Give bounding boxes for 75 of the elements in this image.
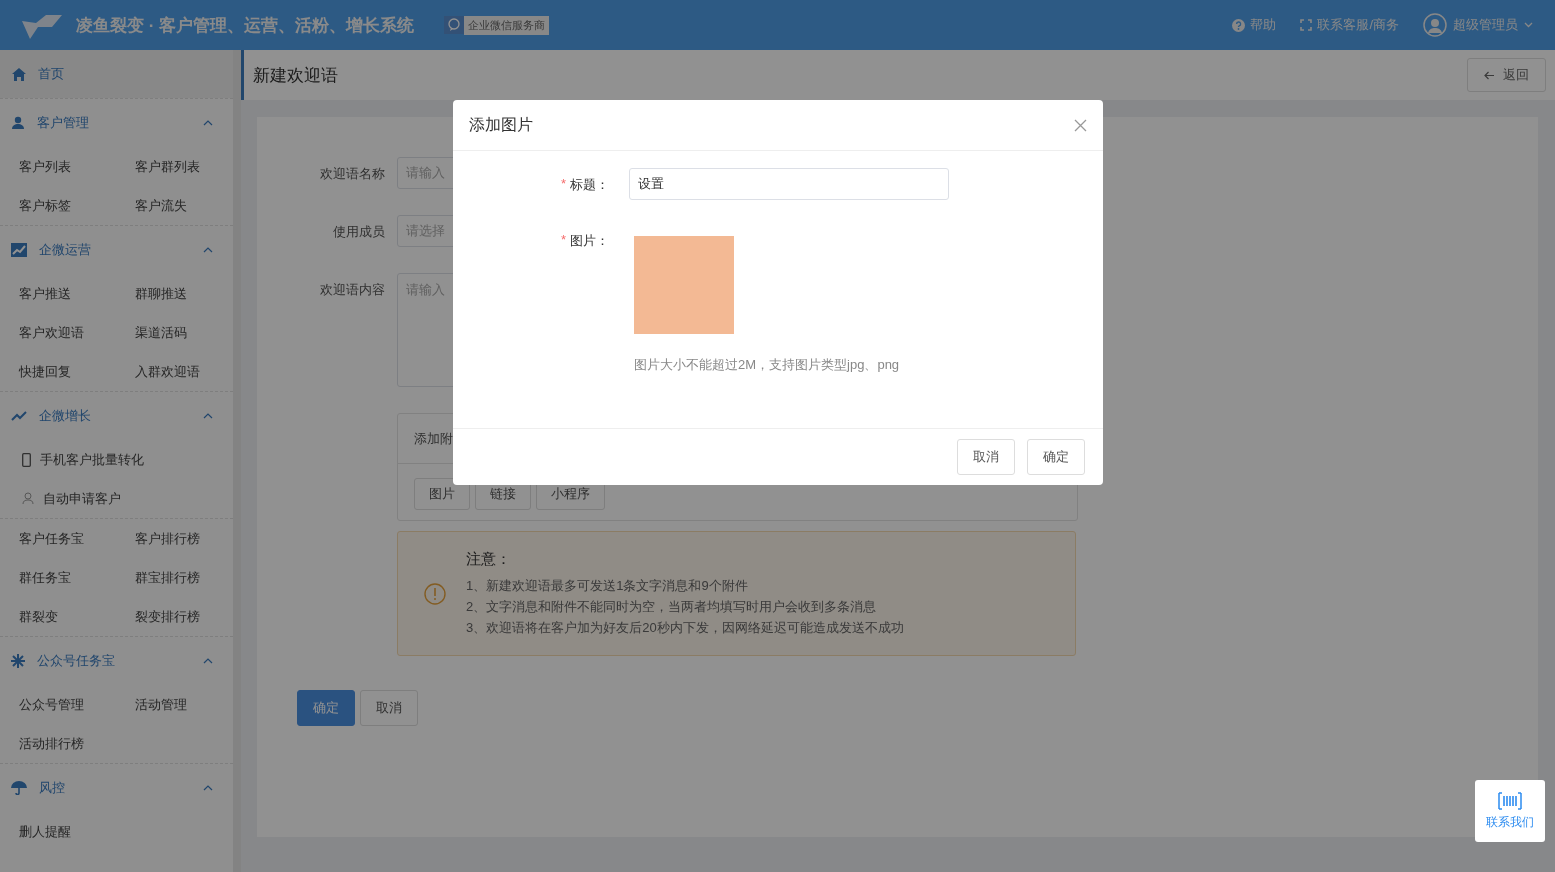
avatar-icon (1423, 13, 1447, 37)
caret-icon (1524, 22, 1533, 28)
menu-group-header[interactable]: 风控 (0, 763, 233, 812)
home-menu-item[interactable]: 首页 (0, 50, 233, 98)
field-label: 欢迎语内容 (319, 281, 385, 299)
menu-item[interactable]: 快捷回复 (19, 352, 135, 391)
caret-icon (203, 785, 213, 791)
caret-icon (203, 413, 213, 419)
umbrella-icon (11, 781, 27, 795)
snowflake-icon (11, 654, 25, 668)
caret-icon (203, 247, 213, 253)
field-label-text: 标题： (570, 176, 609, 194)
app-title: 凌鱼裂变 · 客户管理、运营、活粉、增长系统 (76, 14, 415, 37)
menu-item[interactable]: 活动管理 (135, 685, 233, 724)
notice-line: 3、欢迎语将在客户加为好友后20秒内下发，因网络延迟可能造成发送不成功 (466, 618, 904, 637)
help-icon (1232, 18, 1246, 32)
close-icon[interactable] (1074, 118, 1087, 132)
menu-item[interactable]: 群宝排行榜 (135, 558, 233, 597)
barcode-icon (1498, 791, 1522, 810)
attachment-title: 添加附 (414, 429, 453, 448)
warning-icon (424, 582, 446, 605)
menu-item[interactable]: 客户标签 (19, 186, 135, 225)
required-mark: * (560, 176, 566, 193)
chat-icon (447, 18, 462, 32)
fullscreen-icon (1300, 19, 1313, 31)
dialog-title: 添加图片 (469, 114, 534, 135)
trend-icon (11, 411, 27, 421)
title-input[interactable]: 设置 (629, 168, 949, 200)
menu-item[interactable]: 公众号管理 (19, 685, 135, 724)
dialog-button[interactable]: 确定 (1027, 439, 1085, 475)
person-icon (22, 492, 34, 505)
menu-group-header[interactable]: 客户管理 (0, 98, 233, 147)
upload-hint: 图片大小不能超过2M，支持图片类型jpg、png (634, 356, 900, 374)
attachment-button[interactable]: 图片 (414, 478, 470, 510)
arrow-left-icon (1484, 70, 1495, 80)
page-title: 新建欢迎语 (253, 64, 338, 87)
chart-icon (11, 243, 27, 257)
menu-group-header[interactable]: 企微增长 (0, 391, 233, 440)
provider-badge: 企业微信服务商 (464, 15, 550, 35)
cancel-button[interactable]: 取消 (360, 690, 418, 726)
menu-item[interactable]: 客户任务宝 (19, 519, 135, 558)
menu-item[interactable]: 客户推送 (19, 274, 135, 313)
menu-item[interactable]: 客户群列表 (135, 147, 233, 186)
home-icon (12, 67, 26, 81)
menu-item[interactable]: 入群欢迎语 (135, 352, 233, 391)
menu-item[interactable]: 裂变排行榜 (135, 597, 233, 636)
contact-widget[interactable]: 联系我们 (1475, 780, 1545, 842)
menu-item[interactable]: 渠道活码 (135, 313, 233, 352)
required-mark: * (560, 232, 566, 249)
menu-item[interactable]: 客户欢迎语 (19, 313, 135, 352)
menu-item[interactable]: 客户排行榜 (135, 519, 233, 558)
menu-item[interactable]: 删人提醒 (19, 812, 135, 851)
menu-item[interactable]: 群裂变 (19, 597, 135, 636)
field-label: 使用成员 (332, 223, 385, 241)
menu-item[interactable]: 群聊推送 (135, 274, 233, 313)
field-label: 欢迎语名称 (319, 165, 385, 183)
notice-line: 1、新建欢迎语最多可发送1条文字消息和9个附件 (466, 576, 749, 595)
menu-item[interactable]: 客户列表 (19, 147, 135, 186)
dialog-button[interactable]: 取消 (957, 439, 1015, 475)
notice-title: 注意： (466, 549, 512, 569)
back-button[interactable]: 返回 (1467, 58, 1546, 92)
menu-group-header[interactable]: 企微运营 (0, 225, 233, 274)
caret-icon (203, 658, 213, 664)
menu-item[interactable]: 群任务宝 (19, 558, 135, 597)
field-label-text: 图片： (570, 232, 609, 250)
confirm-button[interactable]: 确定 (297, 690, 355, 726)
menu-item[interactable]: 手机客户批量转化 (0, 440, 233, 479)
person-icon (11, 116, 25, 130)
menu-item[interactable]: 客户流失 (135, 186, 233, 225)
menu-item[interactable]: 活动排行榜 (19, 724, 135, 763)
notice-line: 2、文字消息和附件不能同时为空，当两者均填写时用户会收到多条消息 (466, 597, 878, 616)
caret-icon (203, 120, 213, 126)
menu-group-header[interactable]: 公众号任务宝 (0, 636, 233, 685)
menu-item[interactable]: 自动申请客户 (0, 479, 233, 518)
phone-icon (22, 452, 31, 467)
